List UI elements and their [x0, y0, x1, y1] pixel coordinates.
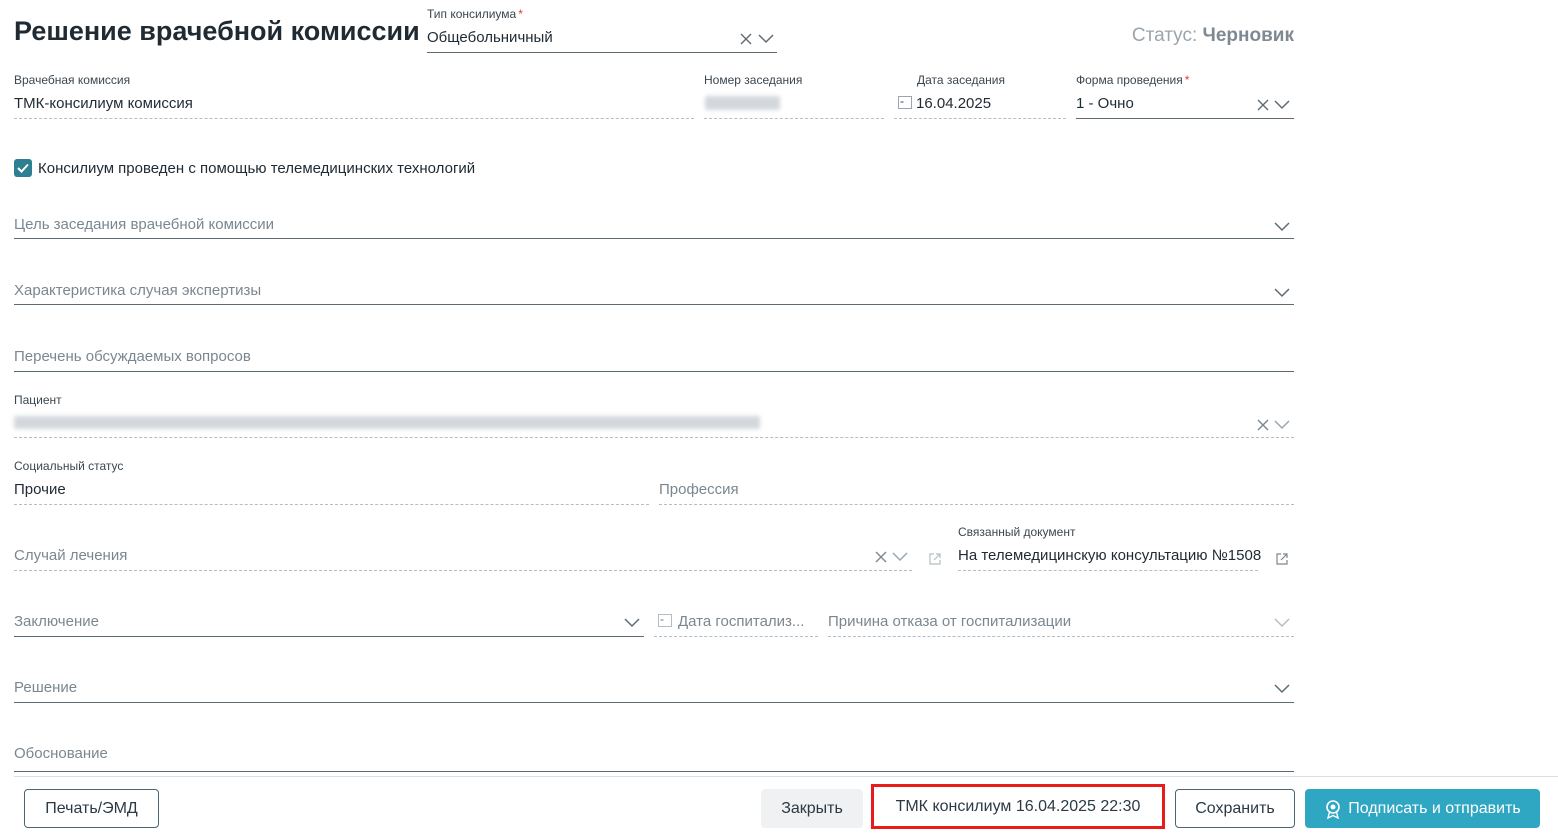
session-date-underline — [894, 118, 1066, 119]
treatment-case-field[interactable]: Случай лечения — [14, 547, 127, 564]
clear-icon[interactable] — [874, 550, 888, 564]
social-status-label: Социальный статус — [14, 459, 124, 473]
commission-value[interactable]: ТМК-консилиум комиссия — [14, 95, 684, 112]
calendar-icon[interactable] — [657, 612, 673, 628]
justification-field[interactable]: Обоснование — [14, 745, 108, 762]
form-label: Форма проведения * — [1076, 73, 1190, 87]
clear-icon[interactable] — [1256, 418, 1270, 432]
clear-icon[interactable] — [739, 32, 753, 46]
social-status-value[interactable]: Прочие — [14, 481, 66, 498]
conclusion-underline — [14, 636, 644, 637]
profession-field[interactable]: Профессия — [659, 481, 739, 498]
chevron-down-icon[interactable] — [1274, 222, 1290, 232]
session-date-label: Дата заседания — [917, 73, 1005, 87]
consilium-type-label: Тип консилиума * — [427, 7, 523, 21]
patient-underline — [14, 437, 1294, 438]
session-date-value[interactable]: 16.04.2025 — [916, 95, 991, 112]
goal-field[interactable]: Цель заседания врачебной комиссии — [14, 216, 274, 233]
chevron-down-icon[interactable] — [758, 34, 774, 44]
chevron-down-icon[interactable] — [1274, 420, 1290, 430]
chevron-down-icon[interactable] — [1274, 618, 1290, 628]
external-link-icon[interactable] — [928, 552, 942, 566]
justification-underline — [14, 771, 1294, 772]
page-title: Решение врачебной комиссии — [14, 16, 420, 46]
chevron-down-icon[interactable] — [1274, 100, 1290, 110]
treatment-case-underline — [14, 570, 912, 571]
profession-underline — [659, 504, 1294, 505]
external-link-icon[interactable] — [1275, 552, 1289, 566]
characteristic-field[interactable]: Характеристика случая экспертизы — [14, 282, 261, 299]
chevron-down-icon[interactable] — [624, 618, 640, 628]
commission-underline — [14, 118, 694, 119]
chevron-down-icon[interactable] — [1274, 288, 1290, 298]
certificate-icon — [1326, 799, 1341, 819]
calendar-icon[interactable] — [897, 94, 913, 110]
consilium-type-underline — [427, 52, 777, 53]
chevron-down-icon[interactable] — [892, 552, 908, 562]
consilium-type-value[interactable]: Общебольничный — [427, 29, 727, 46]
patient-label: Пациент — [14, 393, 62, 407]
status-badge: Черновик — [1202, 25, 1294, 46]
toast-notification: ТМК консилиум 16.04.2025 22:30 — [871, 784, 1165, 829]
characteristic-underline — [14, 304, 1294, 305]
session-number-label: Номер заседания — [704, 73, 803, 87]
save-button[interactable]: Сохранить — [1175, 789, 1295, 828]
chevron-down-icon[interactable] — [1274, 684, 1290, 694]
hosp-date-underline — [654, 636, 818, 637]
check-icon — [17, 163, 29, 173]
commission-label: Врачебная комиссия — [14, 73, 131, 87]
telemed-label[interactable]: Консилиум проведен с помощью телемедицин… — [38, 160, 475, 177]
sign-and-send-button[interactable]: Подписать и отправить — [1305, 789, 1540, 828]
refusal-reason-underline — [828, 636, 1294, 637]
session-number-underline — [704, 118, 884, 119]
patient-value[interactable] — [14, 416, 760, 429]
clear-icon[interactable] — [1256, 98, 1270, 112]
goal-underline — [14, 238, 1294, 239]
linked-doc-underline — [958, 570, 1258, 571]
questions-field[interactable]: Перечень обсуждаемых вопросов — [14, 348, 251, 365]
conclusion-field[interactable]: Заключение — [14, 613, 99, 630]
linked-doc-label: Связанный документ — [958, 525, 1076, 539]
form-value[interactable]: 1 - Очно — [1076, 95, 1134, 112]
social-status-underline — [14, 504, 649, 505]
hosp-date-field[interactable]: Дата госпитализ... — [678, 613, 818, 630]
print-emd-button[interactable]: Печать/ЭМД — [24, 789, 159, 828]
footer-divider — [14, 776, 1558, 777]
session-number-value — [705, 96, 780, 110]
decision-field[interactable]: Решение — [14, 679, 77, 696]
linked-doc-value[interactable]: На телемедицинскую консультацию №1508 — [958, 547, 1262, 564]
refusal-reason-field[interactable]: Причина отказа от госпитализации — [828, 613, 1071, 630]
close-button[interactable]: Закрыть — [761, 789, 863, 828]
questions-underline — [14, 371, 1294, 372]
telemed-checkbox[interactable] — [14, 159, 32, 177]
status-text: Статус: Черновик — [1131, 25, 1294, 46]
decision-underline — [14, 702, 1294, 703]
form-underline — [1076, 118, 1294, 119]
sign-and-send-label: Подписать и отправить — [1348, 799, 1521, 817]
